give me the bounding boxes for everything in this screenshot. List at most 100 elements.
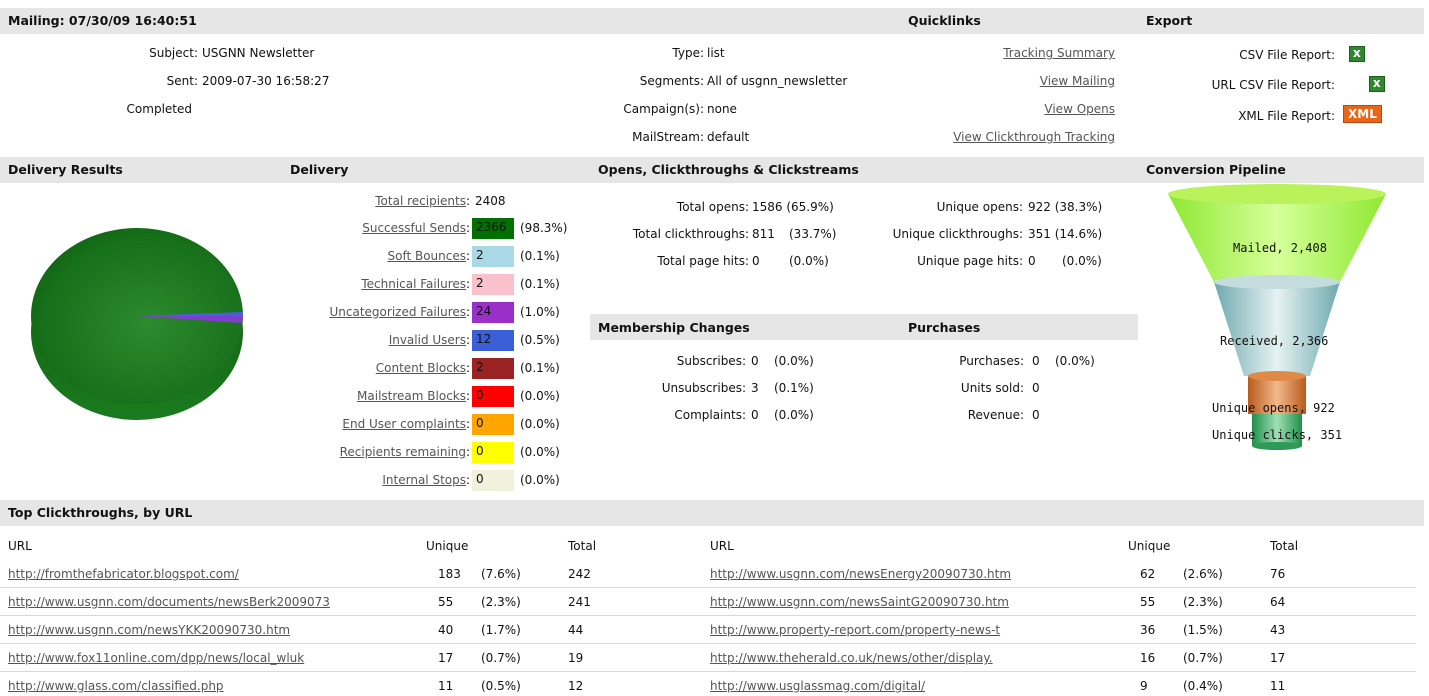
delivery-label-mailstream-blocks[interactable]: Mailstream Blocks xyxy=(357,389,466,403)
col-total-right: Total xyxy=(1270,539,1299,553)
type-label: Type: xyxy=(672,46,704,60)
col-total-left: Total xyxy=(568,539,597,553)
delivery-value-box: 12 xyxy=(472,330,514,351)
campaigns-value: none xyxy=(707,102,737,116)
click-unique-pct: (2.6%) xyxy=(1183,567,1223,581)
delivery-label-invalid-users[interactable]: Invalid Users xyxy=(389,333,466,347)
funnel-stage-received-top xyxy=(1214,275,1340,289)
delivery-label-content-blocks[interactable]: Content Blocks xyxy=(376,361,466,375)
click-url-link[interactable]: http://www.property-report.com/property-… xyxy=(710,623,1000,637)
subject-label: Subject: xyxy=(149,46,198,60)
delivery-pct: (0.0%) xyxy=(520,389,560,403)
xml-icon[interactable]: XML xyxy=(1343,105,1382,123)
click-url-link[interactable]: http://fromthefabricator.blogspot.com/ xyxy=(8,567,239,581)
url-csv-report-label: URL CSV File Report: xyxy=(1211,78,1335,92)
segments-value: All of usgnn_newsletter xyxy=(707,74,848,88)
clickthroughs-header-band xyxy=(0,500,1424,526)
delivery-pct: (0.1%) xyxy=(520,277,560,291)
delivery-label-recipients-remaining[interactable]: Recipients remaining xyxy=(340,445,466,459)
click-url-link[interactable]: http://www.usgnn.com/documents/newsBerk2… xyxy=(8,595,330,609)
quicklink-view-mailing[interactable]: View Mailing xyxy=(1040,74,1115,88)
clickthroughs-header: Top Clickthroughs, by URL xyxy=(8,505,193,520)
click-url-link[interactable]: http://www.theherald.co.uk/news/other/di… xyxy=(710,651,993,665)
purchases-pct: (0.0%) xyxy=(1055,354,1095,368)
excel-icon[interactable] xyxy=(1368,76,1385,92)
click-unique: 17 xyxy=(438,651,454,665)
click-unique-pct: (0.4%) xyxy=(1183,679,1223,693)
delivery-value-box: 2 xyxy=(472,274,514,295)
delivery-label-technical-failures[interactable]: Technical Failures xyxy=(361,277,466,291)
click-url-link[interactable]: http://www.usgnn.com/newsEnergy20090730.… xyxy=(710,567,1011,581)
units-sold-label: Units sold: xyxy=(960,381,1024,395)
click-unique: 183 xyxy=(438,567,461,581)
delivery-pct: (98.3%) xyxy=(520,221,568,235)
mailstream-label: MailStream: xyxy=(632,130,704,144)
total-recipients-label[interactable]: Total recipients xyxy=(375,194,466,208)
click-unique-pct: (0.5%) xyxy=(481,679,521,693)
type-value: list xyxy=(707,46,725,60)
click-total: 11 xyxy=(1270,679,1286,693)
delivery-pct: (0.0%) xyxy=(520,473,560,487)
segments-label: Segments: xyxy=(639,74,704,88)
row-divider xyxy=(0,643,1416,644)
delivery-pct: (1.0%) xyxy=(520,305,560,319)
col-url-right: URL xyxy=(710,539,734,553)
delivery-label-end-user-complaints[interactable]: End User complaints xyxy=(342,417,466,431)
units-sold-value: 0 xyxy=(1032,381,1040,395)
funnel-label-received: Received, 2,366 xyxy=(1220,334,1329,348)
excel-icon[interactable] xyxy=(1349,46,1365,62)
delivery-pct: (0.5%) xyxy=(520,333,560,347)
total-clicks-pct: (33.7%) xyxy=(789,227,837,241)
subscribes-value: 0 xyxy=(751,354,759,368)
unique-hits-label: Unique page hits: xyxy=(917,254,1023,268)
delivery-label-uncategorized-failures[interactable]: Uncategorized Failures xyxy=(330,305,467,319)
total-recipients-value: 2408 xyxy=(475,194,506,208)
funnel-stage-opens-top xyxy=(1248,371,1306,381)
funnel-stage-received xyxy=(1214,282,1340,376)
click-url-link[interactable]: http://www.usgnn.com/newsYKK20090730.htm xyxy=(8,623,290,637)
funnel-label-mailed: Mailed, 2,408 xyxy=(1233,241,1327,255)
quicklink-view-clickthrough[interactable]: View Clickthrough Tracking xyxy=(953,130,1115,144)
click-unique-pct: (0.7%) xyxy=(1183,651,1223,665)
delivery-pct: (0.0%) xyxy=(520,445,560,459)
delivery-value-box: 2 xyxy=(472,358,514,379)
click-unique: 9 xyxy=(1140,679,1148,693)
total-clicks-value: 811 xyxy=(752,227,775,241)
delivery-label-internal-stops[interactable]: Internal Stops xyxy=(382,473,466,487)
opens-header: Opens, Clickthroughs & Clickstreams xyxy=(598,162,859,177)
click-url-link[interactable]: http://www.fox11online.com/dpp/news/loca… xyxy=(8,651,304,665)
delivery-label-successful-sends[interactable]: Successful Sends xyxy=(362,221,466,235)
mailstream-value: default xyxy=(707,130,750,144)
click-url-link[interactable]: http://www.usgnn.com/newsSaintG20090730.… xyxy=(710,595,1009,609)
row-divider xyxy=(0,587,1416,588)
conversion-funnel xyxy=(1168,184,1386,450)
csv-report-label: CSV File Report: xyxy=(1239,48,1335,62)
total-clicks-label: Total clickthroughs: xyxy=(632,227,749,241)
quicklink-view-opens[interactable]: View Opens xyxy=(1044,102,1115,116)
complaints-value: 0 xyxy=(751,408,759,422)
subject-value: USGNN Newsletter xyxy=(202,46,315,60)
colon: : xyxy=(466,473,471,487)
click-total: 241 xyxy=(568,595,591,609)
delivery-label-soft-bounces[interactable]: Soft Bounces xyxy=(387,249,466,263)
colon: : xyxy=(466,249,471,263)
unique-opens-value: 922 (38.3%) xyxy=(1028,200,1103,214)
click-url-link[interactable]: http://www.glass.com/classified.php xyxy=(8,679,224,693)
click-url-link[interactable]: http://www.usglassmag.com/digital/ xyxy=(710,679,925,693)
unique-hits-pct: (0.0%) xyxy=(1062,254,1102,268)
mailing-title: Mailing: 07/30/09 16:40:51 xyxy=(8,13,197,28)
unique-opens-label: Unique opens: xyxy=(936,200,1023,214)
row-divider xyxy=(0,615,1416,616)
click-unique-pct: (0.7%) xyxy=(481,651,521,665)
subscribes-pct: (0.0%) xyxy=(774,354,814,368)
delivery-value-box: 0 xyxy=(472,470,514,491)
colon: : xyxy=(466,305,471,319)
colon: : xyxy=(466,361,471,375)
quicklink-tracking-summary[interactable]: Tracking Summary xyxy=(1003,46,1115,60)
mailing-header-band xyxy=(0,8,1424,34)
delivery-value-box: 0 xyxy=(472,442,514,463)
unique-clicks-value: 351 (14.6%) xyxy=(1028,227,1103,241)
unsubscribes-value: 3 xyxy=(751,381,759,395)
click-total: 12 xyxy=(568,679,584,693)
delivery-results-header: Delivery Results xyxy=(8,162,123,177)
